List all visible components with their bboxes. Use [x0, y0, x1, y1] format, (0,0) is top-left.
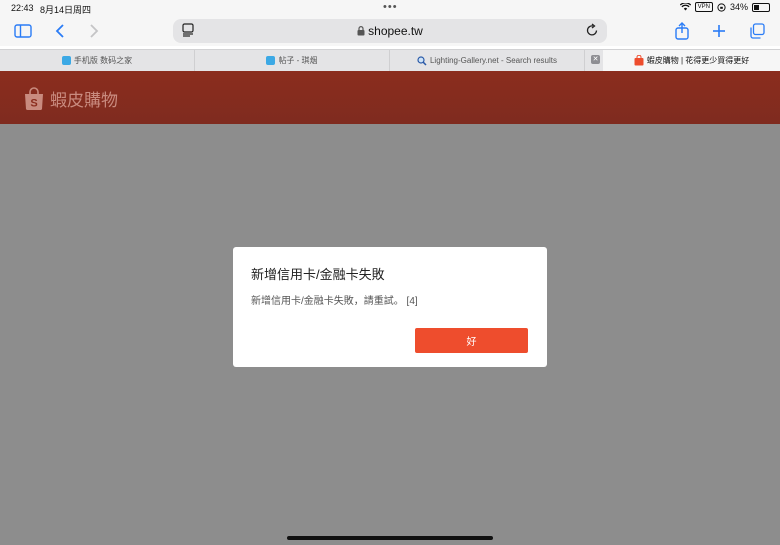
status-bar: 22:43 8月14日周四 ••• VPN 34% [0, 0, 780, 16]
back-icon[interactable] [49, 20, 71, 42]
tab-overview-icon[interactable] [746, 20, 768, 42]
error-dialog: 新增信用卡/金融卡失敗 新增信用卡/金融卡失敗，請重試。 [4] 好 [233, 247, 547, 367]
status-time: 22:43 [11, 3, 34, 13]
lighting-gallery-icon [417, 55, 427, 66]
lock-icon [357, 26, 365, 36]
dialog-title: 新增信用卡/金融卡失敗 [251, 267, 385, 282]
digital-home-icon [266, 56, 276, 65]
logo-text: 蝦皮購物 [50, 91, 118, 110]
orientation-lock-icon [717, 2, 726, 12]
url-text: shopee.tw [368, 24, 423, 38]
tab-shopee[interactable]: 蝦皮購物 | 花得更少買得更好 [603, 50, 780, 71]
tab-label: 帖子 - 琪烟 [278, 56, 318, 65]
tab-close-icon[interactable]: ✕ [591, 55, 600, 64]
svg-text:S: S [30, 97, 37, 109]
forward-icon[interactable] [83, 20, 105, 42]
shopee-logo[interactable]: S 蝦皮購物 [23, 86, 118, 111]
battery-fill [754, 4, 759, 10]
sidebar-toggle-icon[interactable] [12, 20, 34, 42]
shopee-bag-icon [634, 55, 644, 66]
tab-digital-home[interactable]: 手机版 数码之家 [0, 50, 195, 71]
site-header: S 蝦皮購物 [0, 71, 780, 124]
shopee-bag-icon: S [25, 86, 43, 110]
tab-label: 蝦皮購物 | 花得更少買得更好 [646, 56, 750, 65]
vpn-badge: VPN [694, 2, 713, 12]
browser-toolbar: shopee.tw [0, 16, 780, 46]
address-bar[interactable]: shopee.tw [173, 19, 607, 43]
url-display[interactable]: shopee.tw [173, 24, 607, 38]
share-icon[interactable] [671, 20, 693, 42]
tab-lighting-gallery[interactable]: Lighting-Gallery.net - Search results [390, 50, 585, 71]
tab-label: Lighting-Gallery.net - Search results [429, 56, 558, 65]
wifi-icon [679, 3, 691, 11]
tab-bar: 手机版 数码之家 帖子 - 琪烟 Lighting-Gallery.net - … [0, 49, 780, 72]
battery-icon [752, 2, 770, 12]
digital-home-icon [61, 56, 71, 65]
battery-percent: 34% [729, 2, 748, 12]
reload-icon[interactable] [586, 23, 599, 42]
home-indicator[interactable] [287, 536, 493, 540]
status-indicators: VPN 34% [679, 2, 770, 12]
new-tab-icon[interactable] [708, 20, 730, 42]
dialog-message: 新增信用卡/金融卡失敗，請重試。 [4] [251, 296, 418, 307]
status-date: 8月14日周四 [40, 5, 92, 15]
multitasking-dots[interactable]: ••• [383, 1, 398, 13]
tab-post[interactable]: 帖子 - 琪烟 [195, 50, 390, 71]
tab-label: 手机版 数码之家 [73, 56, 133, 65]
ok-button[interactable]: 好 [415, 328, 528, 353]
